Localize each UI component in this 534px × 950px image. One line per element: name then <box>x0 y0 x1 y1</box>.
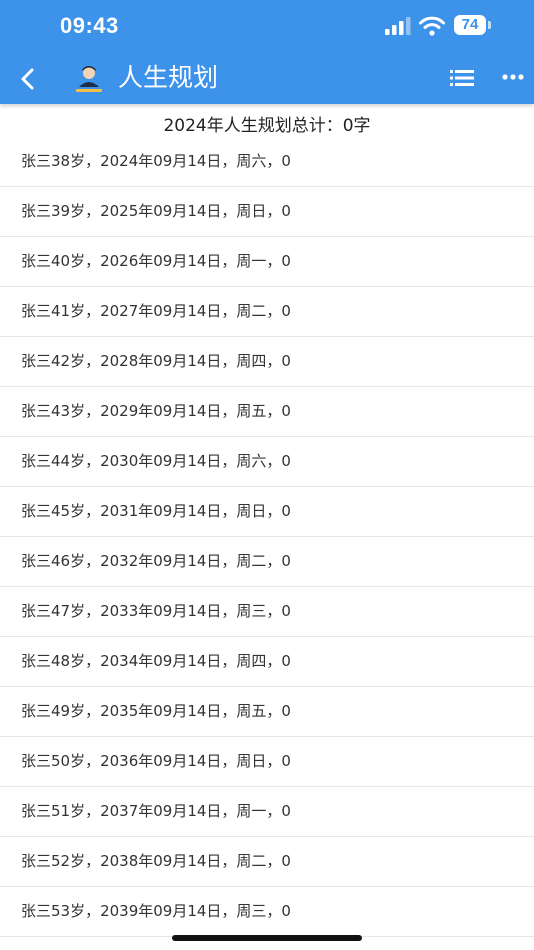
list-button[interactable] <box>444 60 480 96</box>
wifi-icon <box>419 16 445 36</box>
chevron-left-icon <box>21 68 34 90</box>
list-item[interactable]: 张三43岁，2029年09月14日，周五，0 <box>0 387 534 437</box>
battery-cap <box>488 21 491 29</box>
list-item[interactable]: 张三48岁，2034年09月14日，周四，0 <box>0 637 534 687</box>
battery-level: 74 <box>454 15 486 35</box>
plan-summary: 2024年人生规划总计：0字 <box>163 116 371 136</box>
more-horizontal-icon <box>502 74 524 80</box>
list-item[interactable]: 张三51岁，2037年09月14日，周一，0 <box>0 787 534 837</box>
list-item[interactable]: 张三42岁，2028年09月14日，周四，0 <box>0 337 534 387</box>
navigation-bar: 人生规划 <box>0 52 534 104</box>
page-title: 人生规划 <box>118 63 219 92</box>
cellular-signal-icon <box>385 17 411 35</box>
list-item[interactable]: 张三52岁，2038年09月14日，周二，0 <box>0 837 534 887</box>
status-bar: 09:43 74 <box>0 0 534 52</box>
list-icon <box>450 70 474 86</box>
list-item[interactable]: 张三39岁，2025年09月14日，周日，0 <box>0 187 534 237</box>
more-button[interactable] <box>496 60 530 96</box>
battery-indicator: 74 <box>454 15 494 37</box>
list-item[interactable]: 张三40岁，2026年09月14日，周一，0 <box>0 237 534 287</box>
list-item[interactable]: 张三50岁，2036年09月14日，周日，0 <box>0 737 534 787</box>
back-button[interactable] <box>12 58 48 98</box>
list-item[interactable]: 张三41岁，2027年09月14日，周二，0 <box>0 287 534 337</box>
list-item[interactable]: 张三46岁，2032年09月14日，周二，0 <box>0 537 534 587</box>
list-item[interactable]: 张三49岁，2035年09月14日，周五，0 <box>0 687 534 737</box>
app-logo <box>76 66 102 92</box>
list-item[interactable]: 张三44岁，2030年09月14日，周六，0 <box>0 437 534 487</box>
plan-list: 张三38岁，2024年09月14日，周六，0 张三39岁，2025年09月14日… <box>0 137 534 937</box>
list-item[interactable]: 张三47岁，2033年09月14日，周三，0 <box>0 587 534 637</box>
status-time: 09:43 <box>60 13 119 38</box>
home-indicator <box>172 935 362 941</box>
app-header: 09:43 74 人生规划 <box>0 0 534 104</box>
list-item[interactable]: 张三53岁，2039年09月14日，周三，0 <box>0 887 534 937</box>
list-item[interactable]: 张三45岁，2031年09月14日，周日，0 <box>0 487 534 537</box>
list-item[interactable]: 张三38岁，2024年09月14日，周六，0 <box>0 137 534 187</box>
